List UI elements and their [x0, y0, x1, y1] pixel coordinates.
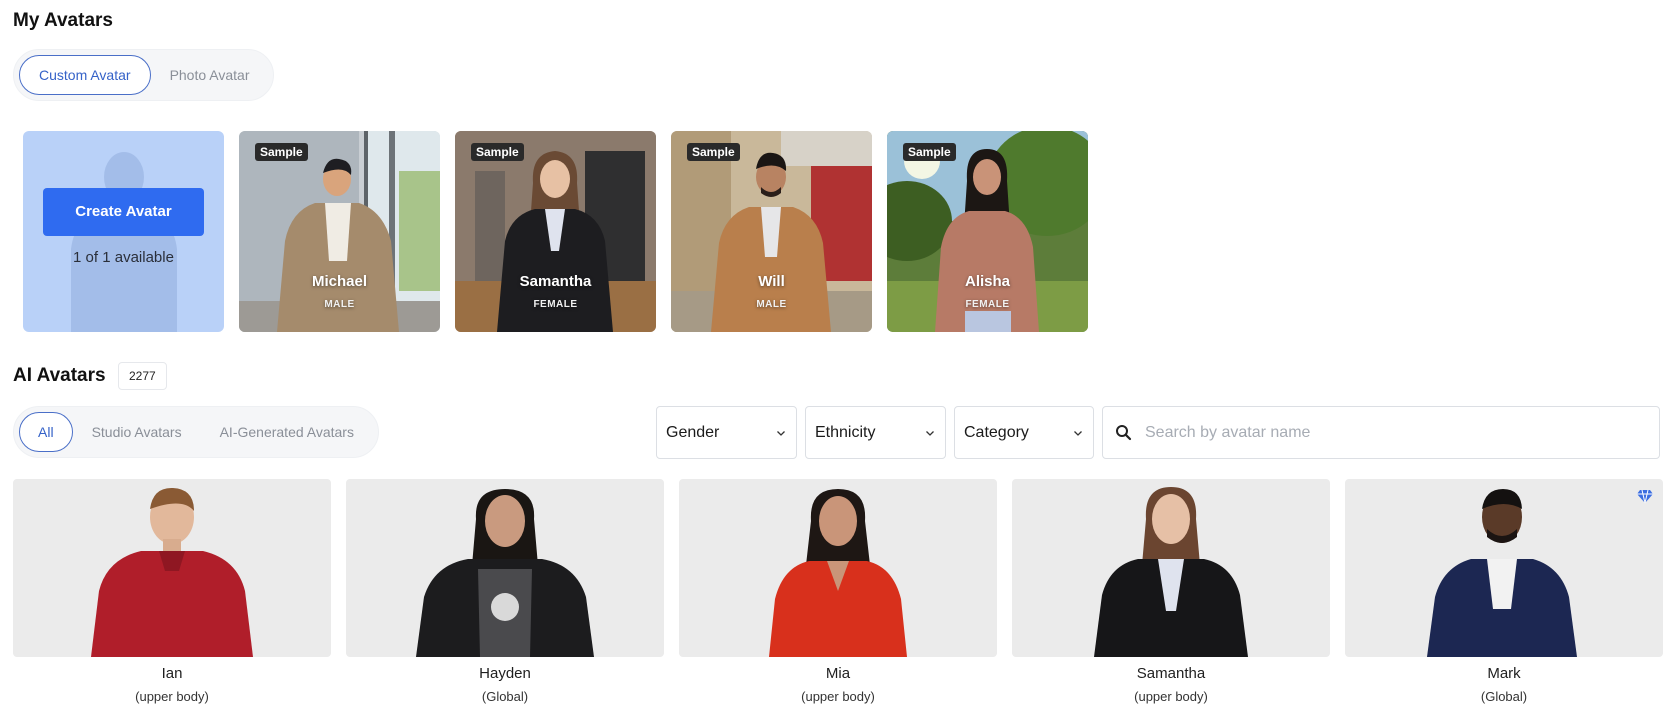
sample-badge: Sample — [471, 143, 524, 161]
category-dropdown-label: Category — [964, 423, 1029, 441]
tab-photo-avatar[interactable]: Photo Avatar — [151, 55, 269, 95]
search-box[interactable] — [1102, 406, 1660, 459]
avatar-thumbnail[interactable] — [346, 479, 664, 657]
sample-avatar-card[interactable]: Sample Michael MALE — [239, 131, 440, 332]
sample-avatar-name: Michael — [311, 273, 368, 290]
sample-badge: Sample — [687, 143, 740, 161]
sample-avatar-card[interactable]: Sample Alisha FEMALE — [887, 131, 1088, 332]
sample-avatar-name: Samantha — [519, 273, 592, 290]
avatar-figure — [769, 489, 907, 657]
my-avatars-tabs: Custom Avatar Photo Avatar — [13, 49, 275, 101]
ethnicity-dropdown-label: Ethnicity — [815, 423, 876, 441]
ai-avatar-grid: Ian (upper body) Hayden (Global) Mia (up… — [13, 479, 1663, 704]
avatar-name: Ian — [161, 665, 183, 682]
chevron-down-icon — [1074, 430, 1082, 436]
chevron-down-icon — [777, 430, 785, 436]
my-avatar-cards: Create Avatar 1 of 1 available Sample Mi… — [23, 131, 1088, 332]
avatar-card[interactable]: Mark (Global) — [1345, 479, 1663, 704]
avatar-figure — [1094, 487, 1248, 657]
sample-avatar-card[interactable]: Sample Samantha FEMALE — [455, 131, 656, 332]
create-avatar-card[interactable]: Create Avatar 1 of 1 available — [23, 131, 224, 332]
search-input[interactable] — [1145, 423, 1625, 442]
avatar-subtitle: (Global) — [481, 689, 529, 704]
gender-dropdown-label: Gender — [666, 423, 720, 441]
diamond-icon — [1637, 489, 1653, 504]
avatar-figure — [91, 487, 253, 657]
ai-avatars-count-badge: 2277 — [118, 362, 167, 390]
tab-ai-generated-avatars[interactable]: AI-Generated Avatars — [201, 412, 373, 452]
avatar-card[interactable]: Mia (upper body) — [679, 479, 997, 704]
avatar-thumbnail[interactable] — [1012, 479, 1330, 657]
avatar-subtitle: (upper body) — [801, 689, 875, 704]
avatar-name: Mark — [1487, 665, 1521, 682]
avatar-card[interactable]: Samantha (upper body) — [1012, 479, 1330, 704]
avatar-thumbnail[interactable] — [679, 479, 997, 657]
sample-avatar-gender: MALE — [324, 299, 355, 310]
sample-avatar-gender: FEMALE — [965, 299, 1010, 310]
chevron-down-icon — [926, 430, 934, 436]
tab-studio-avatars[interactable]: Studio Avatars — [73, 412, 201, 452]
avatar-subtitle: (Global) — [1480, 689, 1528, 704]
avatar-thumbnail[interactable] — [1345, 479, 1663, 657]
avatar-name: Mia — [825, 665, 851, 682]
ethnicity-dropdown[interactable]: Ethnicity — [805, 406, 946, 459]
avatar-card[interactable]: Hayden (Global) — [346, 479, 664, 704]
sample-avatar-gender: MALE — [756, 299, 787, 310]
tab-all[interactable]: All — [19, 412, 73, 452]
sample-avatar-name: Alisha — [964, 273, 1010, 290]
tab-custom-avatar[interactable]: Custom Avatar — [19, 55, 151, 95]
gender-dropdown[interactable]: Gender — [656, 406, 797, 459]
avatar-subtitle: (upper body) — [1134, 689, 1208, 704]
category-dropdown[interactable]: Category — [954, 406, 1094, 459]
sample-avatar-name: Will — [758, 273, 785, 290]
avatar-card[interactable]: Ian (upper body) — [13, 479, 331, 704]
avatar-thumbnail[interactable] — [13, 479, 331, 657]
sample-badge: Sample — [903, 143, 956, 161]
create-availability: 1 of 1 available — [73, 248, 174, 266]
my-avatars-title: My Avatars — [13, 10, 113, 31]
sample-avatar-gender: FEMALE — [533, 299, 578, 310]
avatar-subtitle: (upper body) — [135, 689, 209, 704]
avatar-figure — [416, 489, 594, 657]
avatar-figure — [1427, 489, 1577, 657]
avatar-name: Hayden — [479, 665, 531, 682]
avatar-name: Samantha — [1136, 665, 1206, 682]
ai-avatars-title: AI Avatars — [13, 365, 106, 386]
sample-avatar-card[interactable]: Sample Will MALE — [671, 131, 872, 332]
search-icon — [1116, 425, 1132, 441]
create-avatar-button[interactable]: Create Avatar — [43, 187, 204, 236]
ai-avatars-tabs: All Studio Avatars AI-Generated Avatars — [13, 406, 379, 458]
sample-badge: Sample — [255, 143, 308, 161]
